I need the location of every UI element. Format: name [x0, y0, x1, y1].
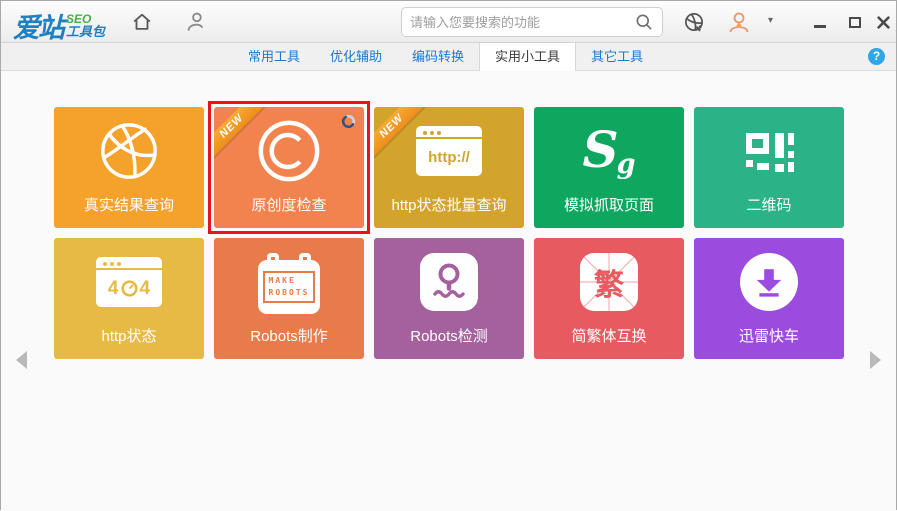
- tile-label: 真实结果查询: [83, 197, 174, 214]
- clock-icon: [120, 280, 138, 297]
- tile-thunder-download[interactable]: 迅雷快车: [694, 238, 844, 359]
- content-area: 真实结果查询 NEW 原创度检查 NEW http:// http状态批量查询 …: [1, 71, 896, 511]
- maximize-icon: [849, 16, 861, 28]
- tools-grid: 真实结果查询 NEW 原创度检查 NEW http:// http状态批量查询 …: [54, 101, 844, 359]
- maximize-button[interactable]: [844, 11, 866, 33]
- qr-code-icon: [694, 107, 844, 195]
- tab-bar: 常用工具 优化辅助 编码转换 实用小工具 其它工具 ?: [1, 43, 896, 71]
- account-dropdown-caret-icon[interactable]: ▾: [768, 15, 773, 26]
- search-box: [401, 7, 663, 37]
- scroll-left-arrow[interactable]: [16, 351, 27, 369]
- logo-brand-text: 爱站: [13, 13, 65, 43]
- tile-simplified-traditional[interactable]: 繁 简繁体互换: [534, 238, 684, 359]
- user-button[interactable]: [184, 10, 208, 34]
- tile-label: 原创度检查: [251, 197, 327, 214]
- tile-label: http状态: [101, 328, 157, 345]
- tab-seo-assist[interactable]: 优化辅助: [315, 43, 397, 71]
- copyright-icon: [214, 107, 364, 195]
- minimize-icon: [814, 24, 826, 28]
- tile-originality-check[interactable]: NEW 原创度检查: [208, 101, 370, 234]
- tile-label: 二维码: [746, 197, 792, 214]
- tab-other-tools[interactable]: 其它工具: [576, 43, 658, 71]
- tab-common-tools[interactable]: 常用工具: [233, 43, 315, 71]
- close-icon: [876, 15, 890, 29]
- tile-simulate-crawl[interactable]: S g 模拟抓取页面: [534, 107, 684, 228]
- scroll-right-arrow[interactable]: [870, 351, 881, 369]
- tile-http-batch-check[interactable]: NEW http:// http状态批量查询: [374, 107, 524, 228]
- search-input[interactable]: [410, 14, 634, 30]
- tile-qrcode[interactable]: 二维码: [694, 107, 844, 228]
- magnifier-waves-icon: [420, 253, 478, 311]
- tile-real-results[interactable]: 真实结果查询: [54, 107, 204, 228]
- tile-label: http状态批量查询: [391, 197, 507, 214]
- tile-label: Robots制作: [250, 328, 328, 345]
- account-avatar-button[interactable]: [727, 10, 751, 34]
- traditional-char-icon: 繁: [580, 253, 638, 311]
- user-icon: [187, 12, 203, 31]
- tile-robots-check[interactable]: Robots检测: [374, 238, 524, 359]
- avatar-icon: [729, 12, 749, 32]
- make-robots-icon: MAKE ROBOTS: [258, 253, 320, 314]
- title-bar: 爱站 SEO 工具包 请输入您要搜索的功能 ▾: [1, 1, 896, 43]
- tile-label: 迅雷快车: [738, 328, 799, 345]
- app-window: 爱站 SEO 工具包 请输入您要搜索的功能 ▾ 常用工具 优化辅助 编码转换 实…: [0, 0, 897, 511]
- network-tools-button[interactable]: [682, 10, 706, 34]
- spider-sg-icon: S g: [582, 119, 636, 180]
- tab-encoding-convert[interactable]: 编码转换: [397, 43, 479, 71]
- home-icon: [133, 13, 151, 30]
- tile-label: 简繁体互换: [571, 328, 647, 345]
- tile-http-status[interactable]: 4 4 http状态: [54, 238, 204, 359]
- tile-label: Robots检测: [410, 328, 488, 345]
- minimize-button[interactable]: [809, 11, 831, 33]
- dribbble-ball-icon: [54, 107, 204, 195]
- home-button[interactable]: [130, 10, 154, 34]
- download-icon: [740, 253, 798, 311]
- logo-suffix-text: 工具包: [66, 24, 106, 39]
- help-button[interactable]: ?: [868, 48, 885, 65]
- app-logo: 爱站 SEO 工具包: [13, 6, 105, 45]
- browser-http-icon: http://: [416, 126, 482, 176]
- tab-utility-tools[interactable]: 实用小工具: [479, 43, 577, 71]
- search-icon[interactable]: [634, 12, 654, 32]
- browser-404-icon: 4 4: [96, 257, 162, 307]
- tile-robots-maker[interactable]: MAKE ROBOTS Robots制作: [214, 238, 364, 359]
- close-button[interactable]: [872, 11, 894, 33]
- tile-label: 模拟抓取页面: [563, 197, 654, 214]
- globe-wrench-icon: [684, 12, 703, 31]
